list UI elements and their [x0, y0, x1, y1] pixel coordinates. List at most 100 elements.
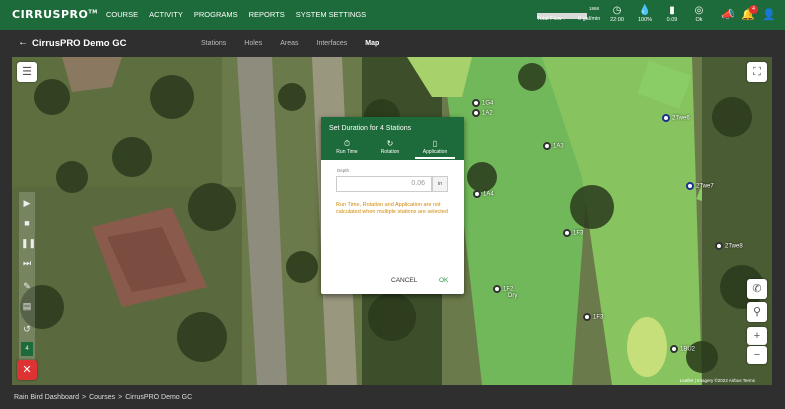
dialog-title: Set Duration for 4 Stations	[329, 125, 412, 132]
breadcrumb: Rain Bird Dashboard > Courses > CirrusPR…	[14, 394, 192, 401]
station-dot	[543, 142, 551, 150]
nav-activity[interactable]: ACTIVITY	[149, 10, 183, 19]
tab-rotation[interactable]: ↻ Rotation	[372, 139, 408, 155]
sub-header: ← CirrusPRO Demo GC Stations Holes Areas…	[0, 30, 785, 57]
view-tabs: Stations Holes Areas Interfaces Map	[201, 40, 379, 47]
history-icon[interactable]: ↺	[21, 322, 33, 336]
map-tool-sidebar: ▶ ■ ❚❚ ⏭ ✎ ▤ ↺ 4	[19, 192, 36, 377]
stat-water[interactable]: 💧 100%	[633, 4, 657, 23]
top-bar: CIRRUSPROTM COURSE ACTIVITY PROGRAMS REP…	[0, 0, 785, 30]
station-marker[interactable]: 1F2	[493, 285, 513, 293]
timer-icon: ⏱	[343, 139, 351, 148]
breadcrumb-separator: >	[81, 394, 87, 401]
total-flow-widget: 1868 Total Flow : 0 gal/min	[537, 6, 601, 24]
breadcrumb-courses[interactable]: Courses	[89, 394, 115, 401]
multi-station-warning: Run Time, Rotation and Application are n…	[336, 202, 448, 215]
phone-icon[interactable]: ✆	[747, 279, 767, 299]
depth-label: Depth	[337, 168, 350, 173]
main-nav: COURSE ACTIVITY PROGRAMS REPORTS SYSTEM …	[106, 10, 366, 19]
stat-battery-value: 0.09	[666, 17, 678, 23]
station-label: 2Twe7	[696, 183, 714, 190]
terms-link[interactable]: Terms	[743, 378, 755, 383]
tab-areas[interactable]: Areas	[280, 40, 298, 47]
pause-icon[interactable]: ❚❚	[21, 236, 36, 250]
zoom-in-button[interactable]: +	[747, 327, 767, 345]
breadcrumb-dashboard[interactable]: Rain Bird Dashboard	[14, 394, 79, 401]
station-status-label: Dry	[508, 293, 518, 299]
ok-button[interactable]: OK	[439, 277, 448, 284]
station-label: 1G4	[482, 100, 494, 107]
station-marker[interactable]: 1A4	[473, 190, 494, 198]
station-label: 2Twe8	[725, 243, 743, 250]
tab-holes[interactable]: Holes	[244, 40, 262, 47]
flow-label: Total Flow :	[537, 16, 565, 22]
stat-battery[interactable]: ▮ 0.09	[660, 4, 684, 23]
station-dot	[493, 285, 501, 293]
stat-weather-value: Ok	[695, 17, 703, 23]
map-attribution: Leaflet | Imagery ©2022 Airbus Terms	[679, 378, 755, 383]
tab-rotation-label: Rotation	[380, 149, 400, 155]
tab-interfaces[interactable]: Interfaces	[317, 40, 348, 47]
depth-input[interactable]: 0.06	[336, 176, 432, 192]
document-icon[interactable]: ▤	[21, 299, 33, 313]
footer: Rain Bird Dashboard > Courses > CirrusPR…	[0, 385, 785, 409]
station-dot	[715, 242, 723, 250]
station-marker[interactable]: 1A3	[543, 142, 564, 150]
station-marker[interactable]: 1G4	[472, 99, 493, 107]
station-marker[interactable]: 2Twe7	[686, 182, 714, 190]
close-icon[interactable]: ✕	[17, 360, 37, 380]
breadcrumb-separator: >	[118, 394, 123, 401]
tab-run-time[interactable]: ⏱ Run Time	[329, 139, 365, 155]
zoom-out-button[interactable]: −	[747, 346, 767, 364]
location-pin-icon[interactable]: ⚲	[747, 302, 767, 322]
step-forward-icon[interactable]: ⏭	[21, 256, 33, 270]
station-dot	[563, 229, 571, 237]
notification-badge: 4	[749, 5, 758, 14]
fullscreen-icon[interactable]: ⛶	[747, 62, 767, 82]
tab-stations[interactable]: Stations	[201, 40, 226, 47]
logo-trademark: TM	[88, 9, 98, 16]
stat-weather[interactable]: ◎ Ok	[687, 4, 711, 23]
stat-time-value: 22:00	[610, 17, 624, 23]
back-arrow-icon[interactable]: ←	[18, 37, 28, 48]
station-dot	[662, 114, 670, 122]
nav-system-settings[interactable]: SYSTEM SETTINGS	[296, 10, 366, 19]
app-logo[interactable]: CIRRUSPROTM	[12, 8, 98, 21]
station-marker[interactable]: 2Twe8	[715, 242, 743, 250]
cancel-button[interactable]: CANCEL	[391, 277, 417, 284]
nav-course[interactable]: COURSE	[106, 10, 138, 19]
imagery-credit: Imagery ©2022 Airbus	[696, 378, 742, 383]
flow-max: 1868	[589, 6, 600, 11]
station-marker[interactable]: 1F3	[583, 313, 603, 321]
station-label: 1A4	[483, 191, 494, 198]
dialog-header: Set Duration for 4 Stations ⏱ Run Time ↻…	[321, 117, 464, 160]
station-marker[interactable]: 1F3	[563, 229, 583, 237]
station-marker[interactable]: 2Twe6	[662, 114, 690, 122]
stat-time[interactable]: ◷ 22:00	[605, 4, 629, 23]
station-label: 1F3	[593, 314, 604, 321]
station-label: 1A3	[553, 143, 564, 150]
user-icon[interactable]: 👤	[762, 8, 776, 21]
station-dot	[472, 109, 480, 117]
nav-programs[interactable]: PROGRAMS	[194, 10, 238, 19]
station-dot	[473, 190, 481, 198]
flow-value: 0 gal/min	[578, 16, 601, 22]
tab-map[interactable]: Map	[365, 40, 379, 47]
tab-application[interactable]: ▯ Application	[415, 139, 455, 159]
battery-icon: ▮	[669, 5, 675, 16]
pencil-icon[interactable]: ✎	[21, 279, 33, 293]
tab-application-label: Application	[422, 149, 448, 155]
menu-icon[interactable]: ☰	[17, 62, 37, 82]
station-label: 1BU2	[680, 346, 696, 353]
megaphone-icon[interactable]: 📣	[721, 8, 735, 21]
nav-reports[interactable]: REPORTS	[249, 10, 285, 19]
leaflet-link[interactable]: Leaflet	[680, 378, 694, 383]
station-label: 2Twe6	[672, 115, 690, 122]
station-marker[interactable]: 1A2	[472, 109, 493, 117]
station-label: 1F2	[503, 286, 514, 293]
play-icon[interactable]: ▶	[21, 196, 33, 210]
stat-water-value: 100%	[637, 17, 653, 23]
depth-unit: in	[432, 176, 448, 192]
station-marker[interactable]: 1BU2	[670, 345, 695, 353]
stop-icon[interactable]: ■	[21, 216, 33, 230]
